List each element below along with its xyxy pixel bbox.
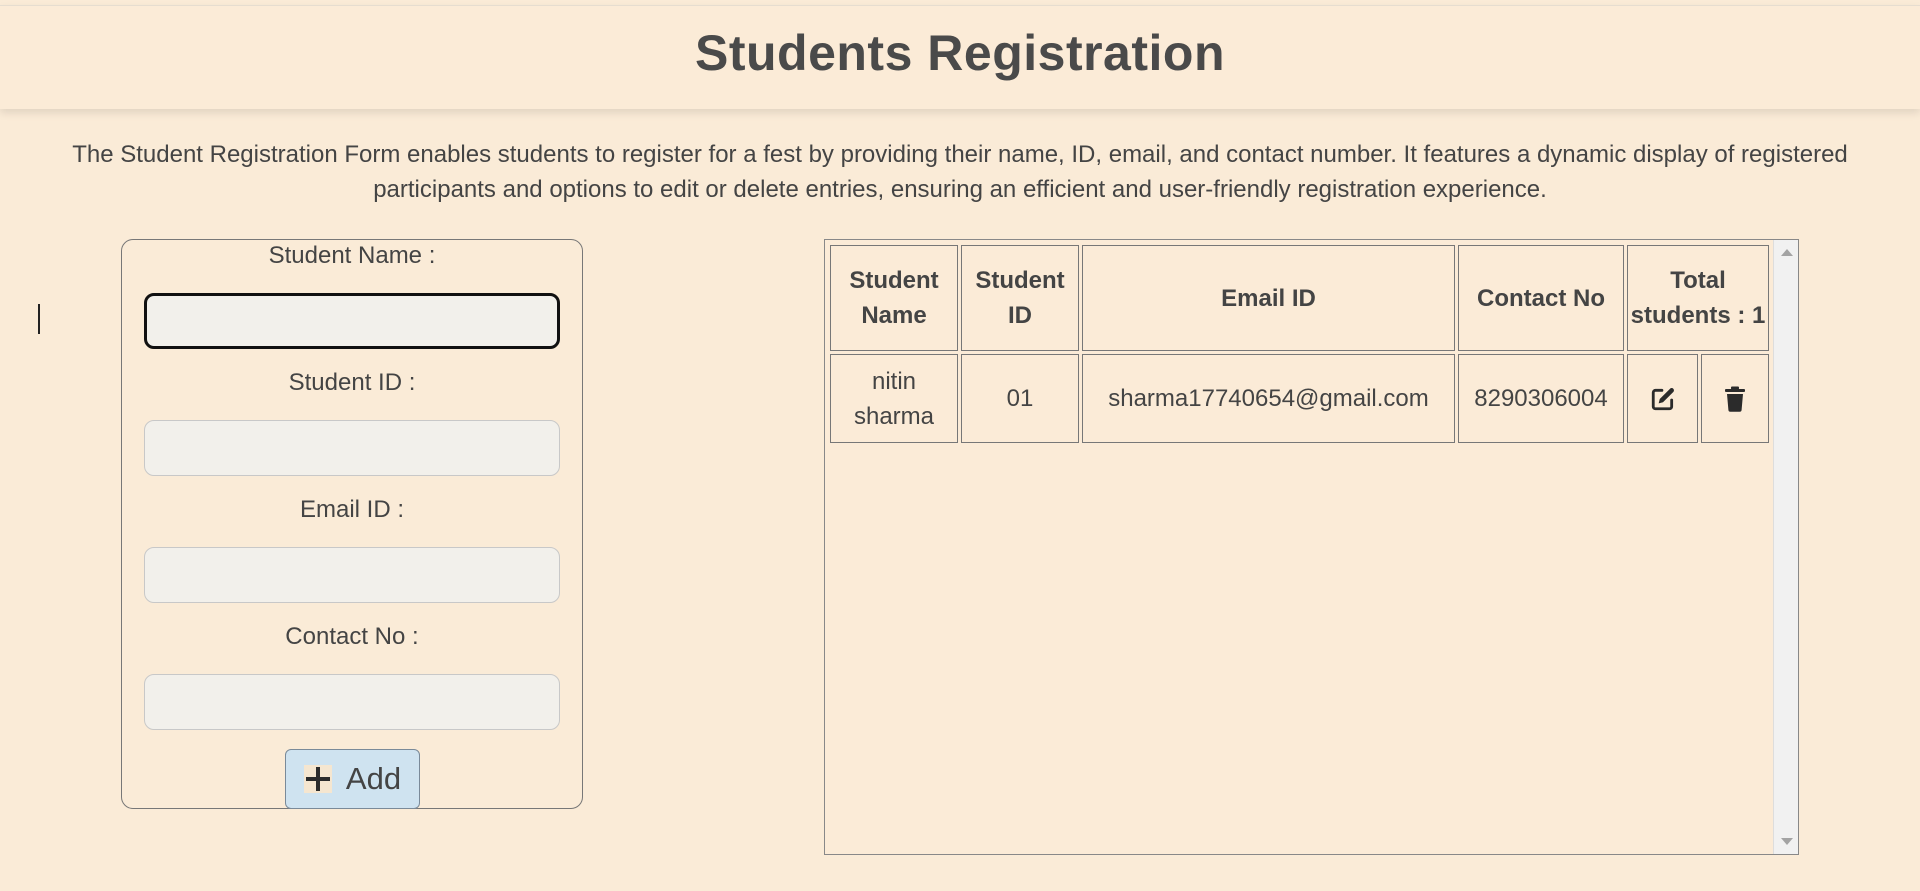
page-header: Students Registration (0, 5, 1920, 109)
add-button[interactable]: Add (285, 749, 420, 809)
student-name-label: Student Name : (268, 242, 436, 269)
plus-icon (303, 765, 332, 793)
add-button-label: Add (345, 761, 402, 796)
table-header-row: Student Name Student ID Email ID Contact… (830, 245, 1769, 351)
students-table-panel[interactable]: Student Name Student ID Email ID Contact… (824, 239, 1799, 855)
student-name-input[interactable] (144, 293, 560, 349)
delete-button[interactable] (1701, 354, 1769, 443)
contact-no-label: Contact No : (285, 623, 419, 650)
page-description: The Student Registration Form enables st… (72, 141, 1848, 203)
cell-student-id: 01 (961, 354, 1079, 443)
scroll-up-arrow[interactable] (1781, 249, 1793, 256)
students-table: Student Name Student ID Email ID Contact… (827, 242, 1772, 446)
page-title: Students Registration (695, 24, 1225, 81)
edit-icon (1651, 387, 1674, 410)
email-id-input[interactable] (144, 547, 560, 603)
table-scrollbar[interactable] (1773, 240, 1798, 854)
registration-form: Student Name : Student ID : Email ID : C… (121, 239, 583, 809)
text-caret (38, 304, 40, 334)
student-id-label: Student ID : (288, 369, 416, 396)
scroll-down-arrow[interactable] (1781, 838, 1793, 845)
student-id-input[interactable] (144, 420, 560, 476)
contact-no-input[interactable] (144, 674, 560, 730)
table-row: nitin sharma 01 sharma17740654@gmail.com… (830, 354, 1769, 443)
cell-student-name: nitin sharma (830, 354, 958, 443)
cell-email-id: sharma17740654@gmail.com (1082, 354, 1455, 443)
header-contact-no: Contact No (1458, 245, 1624, 351)
header-total-students: Total students : 1 (1627, 245, 1769, 351)
edit-button[interactable] (1627, 354, 1698, 443)
header-email-id: Email ID (1082, 245, 1455, 351)
header-student-name: Student Name (830, 245, 958, 351)
trash-icon (1725, 386, 1745, 412)
header-student-id: Student ID (961, 245, 1079, 351)
email-id-label: Email ID : (299, 496, 404, 523)
cell-contact-no: 8290306004 (1458, 354, 1624, 443)
